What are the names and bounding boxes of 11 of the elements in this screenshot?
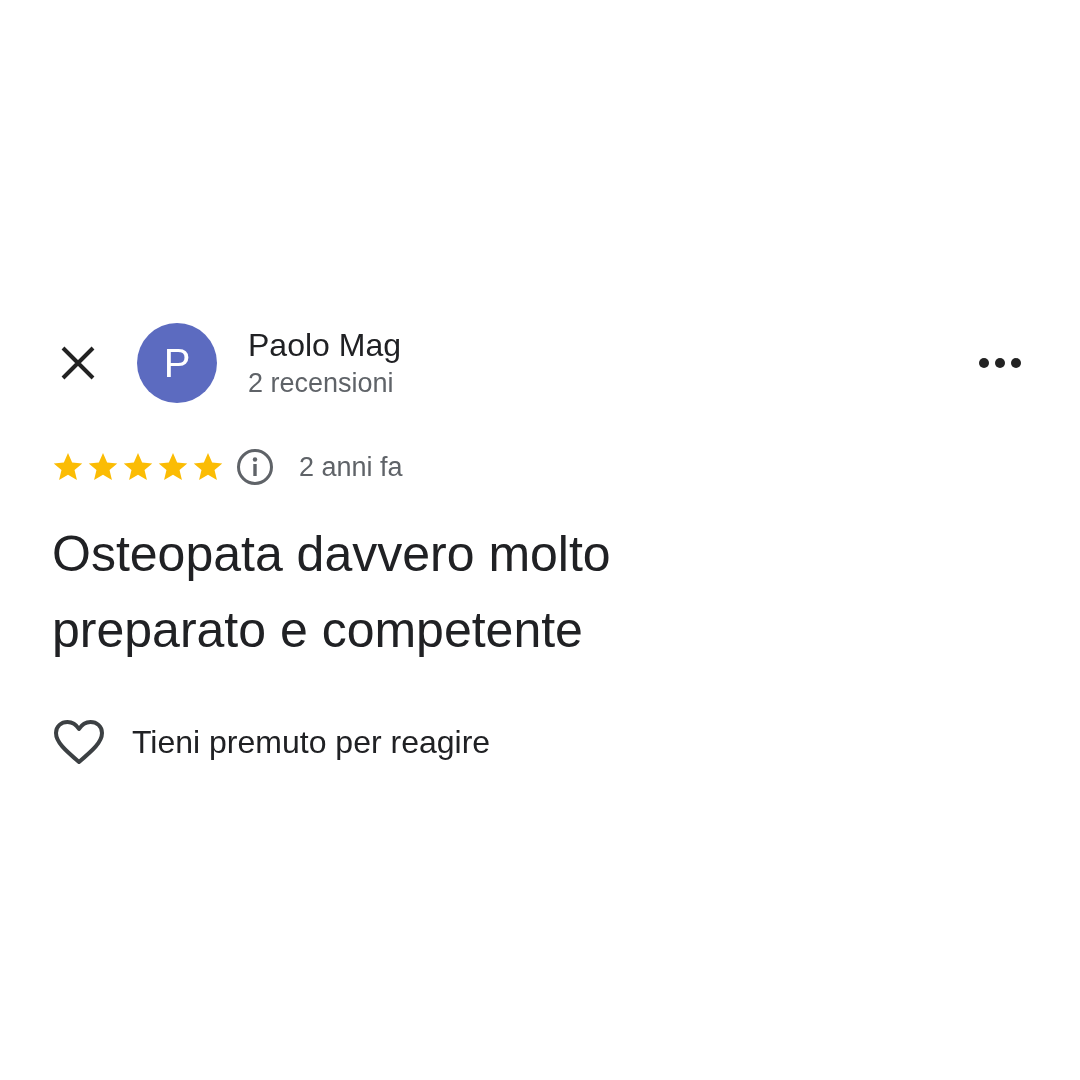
review-count: 2 recensioni [248, 367, 395, 400]
review-time: 2 anni fa [299, 451, 403, 484]
info-icon[interactable] [236, 448, 274, 487]
reaction-hint: Tieni premuto per reagire [132, 722, 491, 762]
like-button[interactable] [52, 717, 106, 766]
more-icon [979, 358, 1021, 368]
close-icon [60, 345, 96, 381]
avatar: P [137, 323, 217, 403]
review-text: Osteopata davvero molto preparato e competente [52, 524, 612, 660]
heart-icon [53, 718, 105, 765]
reviewer-name: Paolo Mag [248, 326, 401, 365]
